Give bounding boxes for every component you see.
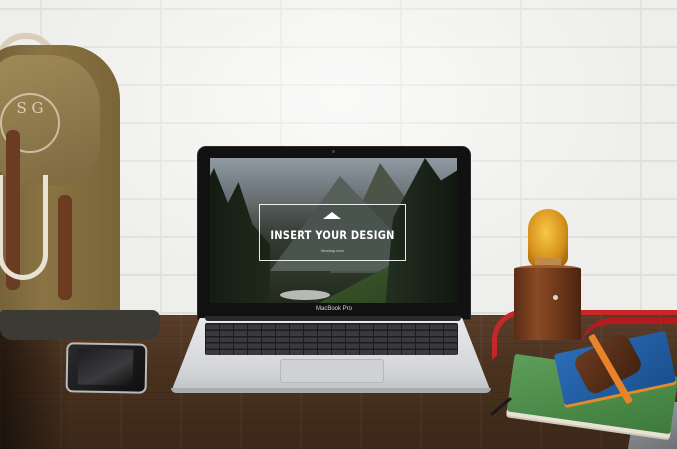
desk-scene: S G INSERT YOUR DESIGN Mockup.com MacBoo… bbox=[0, 0, 677, 449]
backpack: S G bbox=[0, 33, 160, 340]
laptop-keyboard bbox=[205, 323, 458, 355]
laptop-brand-label: MacBook Pro bbox=[315, 306, 352, 312]
webcam-icon bbox=[332, 150, 335, 153]
laptop-trackpad bbox=[280, 359, 384, 383]
design-subtext: Mockup.com bbox=[321, 248, 344, 253]
mountain-icon bbox=[323, 212, 341, 219]
design-headline: INSERT YOUR DESIGN bbox=[270, 228, 395, 242]
smartphone bbox=[65, 342, 148, 394]
wooden-lamp-base bbox=[514, 268, 581, 340]
design-placeholder-box: INSERT YOUR DESIGN Mockup.com bbox=[259, 204, 406, 261]
laptop-lid: INSERT YOUR DESIGN Mockup.com MacBook Pr… bbox=[197, 146, 471, 320]
laptop-screen: INSERT YOUR DESIGN Mockup.com bbox=[210, 158, 457, 303]
